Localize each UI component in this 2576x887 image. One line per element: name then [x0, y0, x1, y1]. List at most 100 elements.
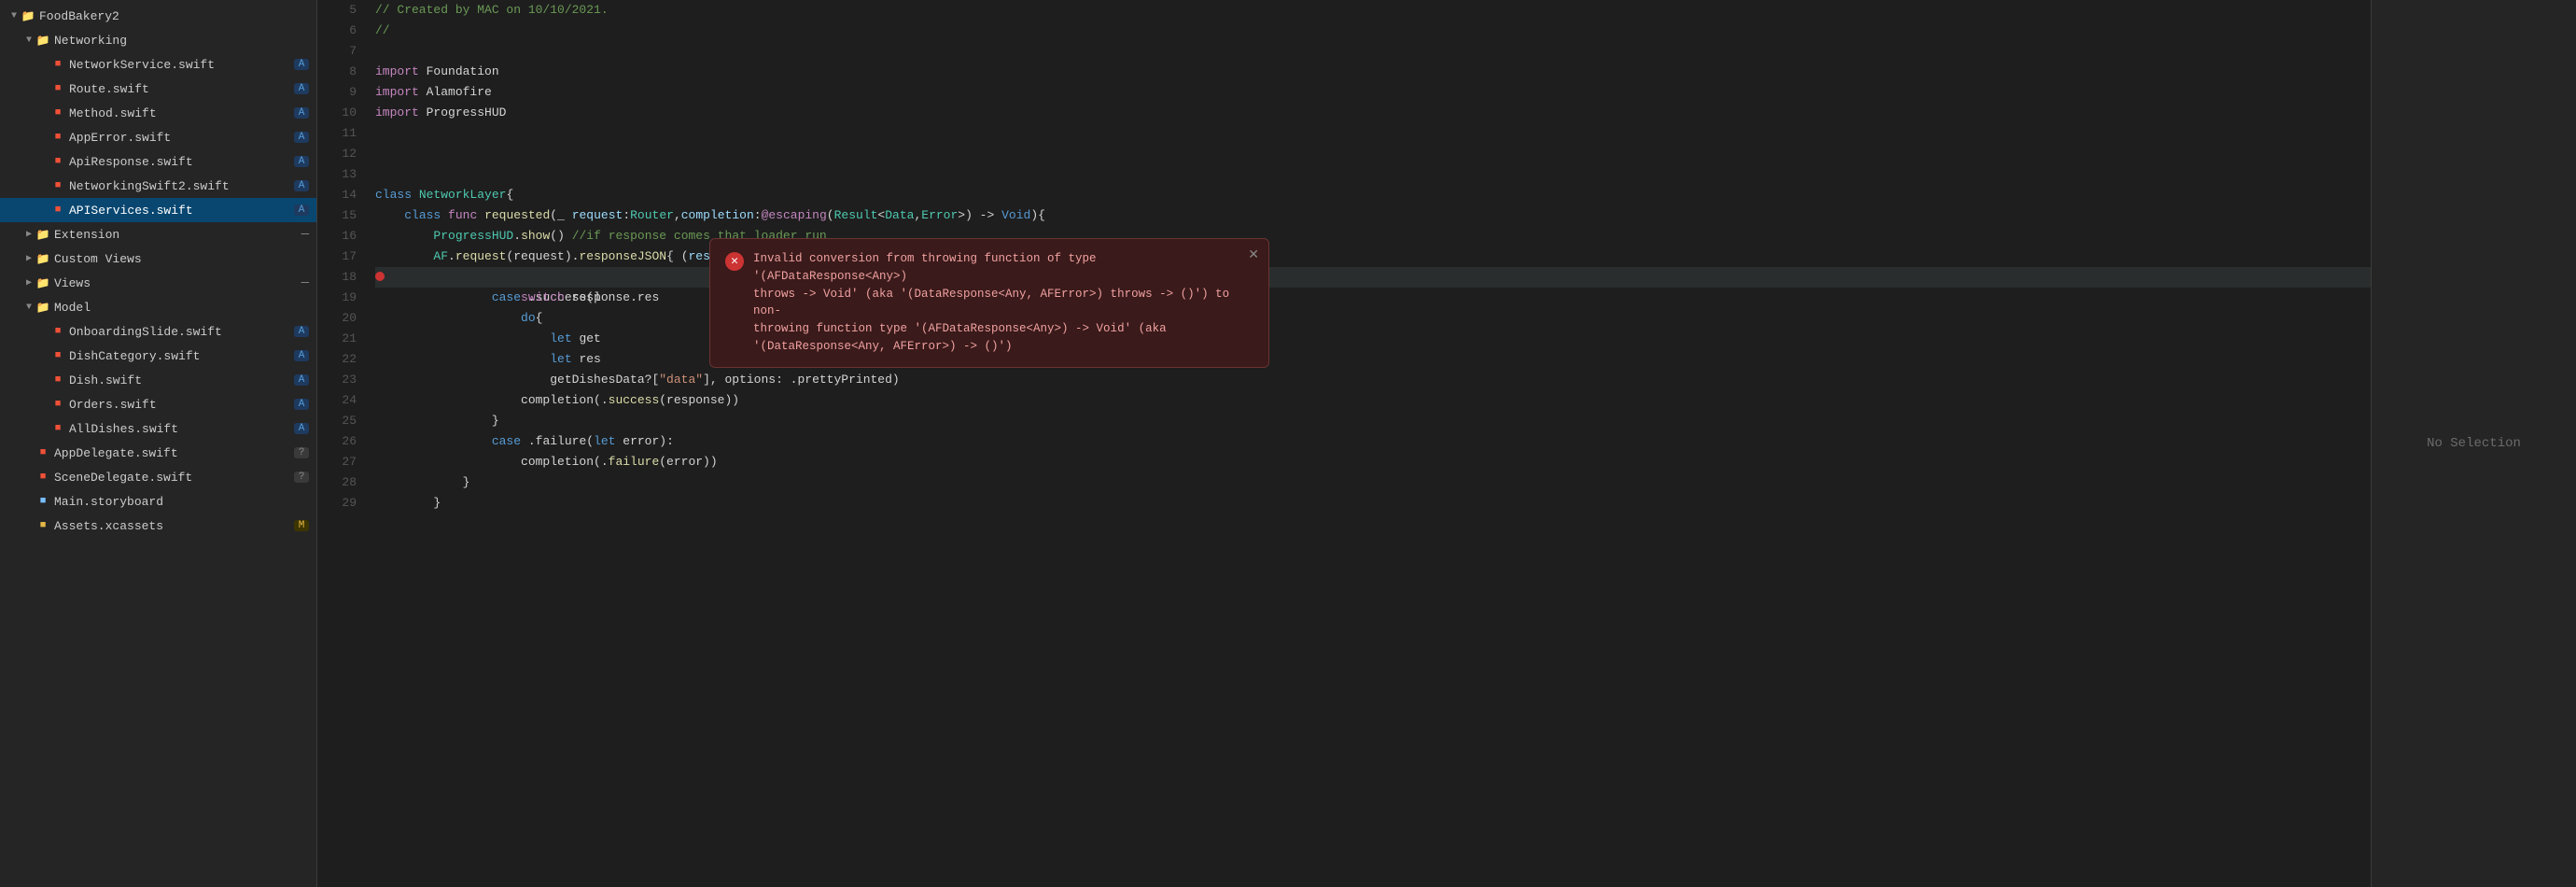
error-line-2: throws -> Void' (aka '(DataResponse<Any,…: [753, 286, 1235, 321]
code-line-17: AF.request(request).responseJSON{ (respo…: [375, 246, 2371, 267]
badge-A: A: [294, 83, 309, 94]
code-line-6: //: [375, 21, 2371, 41]
sidebar-item-label: Main.storyboard: [54, 495, 163, 509]
line-number: 26: [325, 431, 357, 452]
code-line-20: do{: [375, 308, 2371, 329]
folder-icon: 📁: [35, 300, 50, 315]
chevron-right-icon: ▶: [22, 277, 35, 289]
chevron-down-icon: ▼: [7, 11, 21, 21]
sidebar-item-label: NetworkService.swift: [69, 58, 215, 72]
sidebar-item-appdelegate[interactable]: ▶ ■ AppDelegate.swift ?: [0, 441, 316, 465]
sidebar-item-dishcategory[interactable]: ▶ ■ DishCategory.swift A: [0, 344, 316, 368]
sidebar-item-label: DishCategory.swift: [69, 349, 200, 363]
swift-file-icon: ■: [50, 203, 65, 218]
sidebar-item-label: AllDishes.swift: [69, 422, 178, 436]
sidebar-item-label: Model: [54, 301, 91, 315]
sidebar-item-label: SceneDelegate.swift: [54, 471, 192, 485]
line-number: 13: [325, 164, 357, 185]
swift-file-icon: ■: [50, 397, 65, 412]
line-number: 9: [325, 82, 357, 103]
code-line-27: completion(.failure(error)): [375, 452, 2371, 472]
code-line-12: [375, 144, 2371, 164]
line-number: 21: [325, 329, 357, 349]
sidebar-item-networking[interactable]: ▼ 📁 Networking: [0, 28, 316, 52]
sidebar-item-label: Dish.swift: [69, 373, 142, 387]
error-message: Invalid conversion from throwing functio…: [753, 250, 1235, 356]
sidebar-item-extension[interactable]: ▶ 📁 Extension —: [0, 222, 316, 246]
swift-file-icon: ■: [35, 470, 50, 485]
sidebar-item-views[interactable]: ▶ 📁 Views —: [0, 271, 316, 295]
badge-A: A: [294, 132, 309, 143]
sidebar-item-label: Method.swift: [69, 106, 157, 120]
sidebar-item-label: Route.swift: [69, 82, 149, 96]
code-line-8: import Foundation: [375, 62, 2371, 82]
swift-file-icon: ■: [50, 130, 65, 145]
folder-icon: 📁: [35, 227, 50, 242]
sidebar-item-label: Views: [54, 276, 91, 290]
line-number: 22: [325, 349, 357, 370]
right-panel: No Selection: [2371, 0, 2576, 887]
storyboard-file-icon: ■: [35, 494, 50, 509]
sidebar-item-alldishes[interactable]: ▶ ■ AllDishes.swift A: [0, 416, 316, 441]
swift-file-icon: ■: [50, 421, 65, 436]
line-numbers: 5 6 7 8 9 10 11 12 13 14 15 16 17 18 19 …: [317, 0, 364, 887]
line-number: 18: [325, 267, 357, 288]
line-number: 16: [325, 226, 357, 246]
sidebar-item-mainstoryboard[interactable]: ▶ ■ Main.storyboard: [0, 489, 316, 514]
swift-file-icon: ■: [50, 373, 65, 387]
badge-Q: ?: [294, 447, 309, 458]
sidebar-item-apiservices[interactable]: ▶ ■ APIServices.swift A: [0, 198, 316, 222]
sidebar-item-method[interactable]: ▶ ■ Method.swift A: [0, 101, 316, 125]
code-line-16: ProgressHUD.show() //if response comes t…: [375, 226, 2371, 246]
code-line-10: import ProgressHUD: [375, 103, 2371, 123]
sidebar-item-networkingswift2[interactable]: ▶ ■ NetworkingSwift2.swift A: [0, 174, 316, 198]
sidebar-item-label: AppError.swift: [69, 131, 171, 145]
sidebar-item-orders[interactable]: ▶ ■ Orders.swift A: [0, 392, 316, 416]
sidebar-item-label: Extension: [54, 228, 119, 242]
code-line-23: getDishesData?["data"], options: .pretty…: [375, 370, 2371, 390]
line-number: 25: [325, 411, 357, 431]
folder-icon: 📁: [21, 8, 35, 23]
sidebar-item-onboardingslide[interactable]: ▶ ■ OnboardingSlide.swift A: [0, 319, 316, 344]
swift-file-icon: ■: [35, 445, 50, 460]
chevron-right-icon: ▶: [22, 253, 35, 264]
line-number: 8: [325, 62, 357, 82]
sidebar-item-xcassets[interactable]: ▶ ■ Assets.xcassets M: [0, 514, 316, 538]
line-number: 14: [325, 185, 357, 205]
line-number: 11: [325, 123, 357, 144]
sidebar-item-apperror[interactable]: ▶ ■ AppError.swift A: [0, 125, 316, 149]
chevron-right-icon: ▶: [22, 229, 35, 240]
line-number: 12: [325, 144, 357, 164]
sidebar-item-route[interactable]: ▶ ■ Route.swift A: [0, 77, 316, 101]
swift-file-icon: ■: [50, 348, 65, 363]
folder-icon: 📁: [35, 275, 50, 290]
line-number: 17: [325, 246, 357, 267]
line-number: 10: [325, 103, 357, 123]
sidebar-item-scenedelegate[interactable]: ▶ ■ SceneDelegate.swift ?: [0, 465, 316, 489]
code-line-15: class func requested(_ request:Router,co…: [375, 205, 2371, 226]
line-number: 19: [325, 288, 357, 308]
error-circle-icon: ✕: [725, 252, 744, 271]
error-close-button[interactable]: ✕: [1248, 246, 1259, 262]
sidebar-item-apiresponse[interactable]: ▶ ■ ApiResponse.swift A: [0, 149, 316, 174]
line-number: 7: [325, 41, 357, 62]
badge-A: A: [294, 107, 309, 119]
code-line-9: import Alamofire: [375, 82, 2371, 103]
swift-file-icon: ■: [50, 324, 65, 339]
sidebar-item-label: Networking: [54, 34, 127, 48]
sidebar-item-label: AppDelegate.swift: [54, 446, 178, 460]
error-line-3: throwing function type '(AFDataResponse<…: [753, 320, 1235, 338]
sidebar-item-networkservice[interactable]: ▶ ■ NetworkService.swift A: [0, 52, 316, 77]
badge-A: A: [294, 156, 309, 167]
swift-file-icon: ■: [50, 154, 65, 169]
sidebar-item-dish[interactable]: ▶ ■ Dish.swift A: [0, 368, 316, 392]
line-number: 24: [325, 390, 357, 411]
error-tooltip: ✕ Invalid conversion from throwing funct…: [709, 238, 1269, 368]
badge-A: A: [294, 399, 309, 410]
sidebar-item-customviews[interactable]: ▶ 📁 Custom Views: [0, 246, 316, 271]
badge-A: A: [294, 204, 309, 216]
sidebar-item-model[interactable]: ▼ 📁 Model: [0, 295, 316, 319]
sidebar-item-foodbakery2[interactable]: ▼ 📁 FoodBakery2: [0, 4, 316, 28]
code-content[interactable]: // Created by MAC on 10/10/2021. // impo…: [364, 0, 2371, 887]
dash-badge: —: [301, 275, 309, 290]
